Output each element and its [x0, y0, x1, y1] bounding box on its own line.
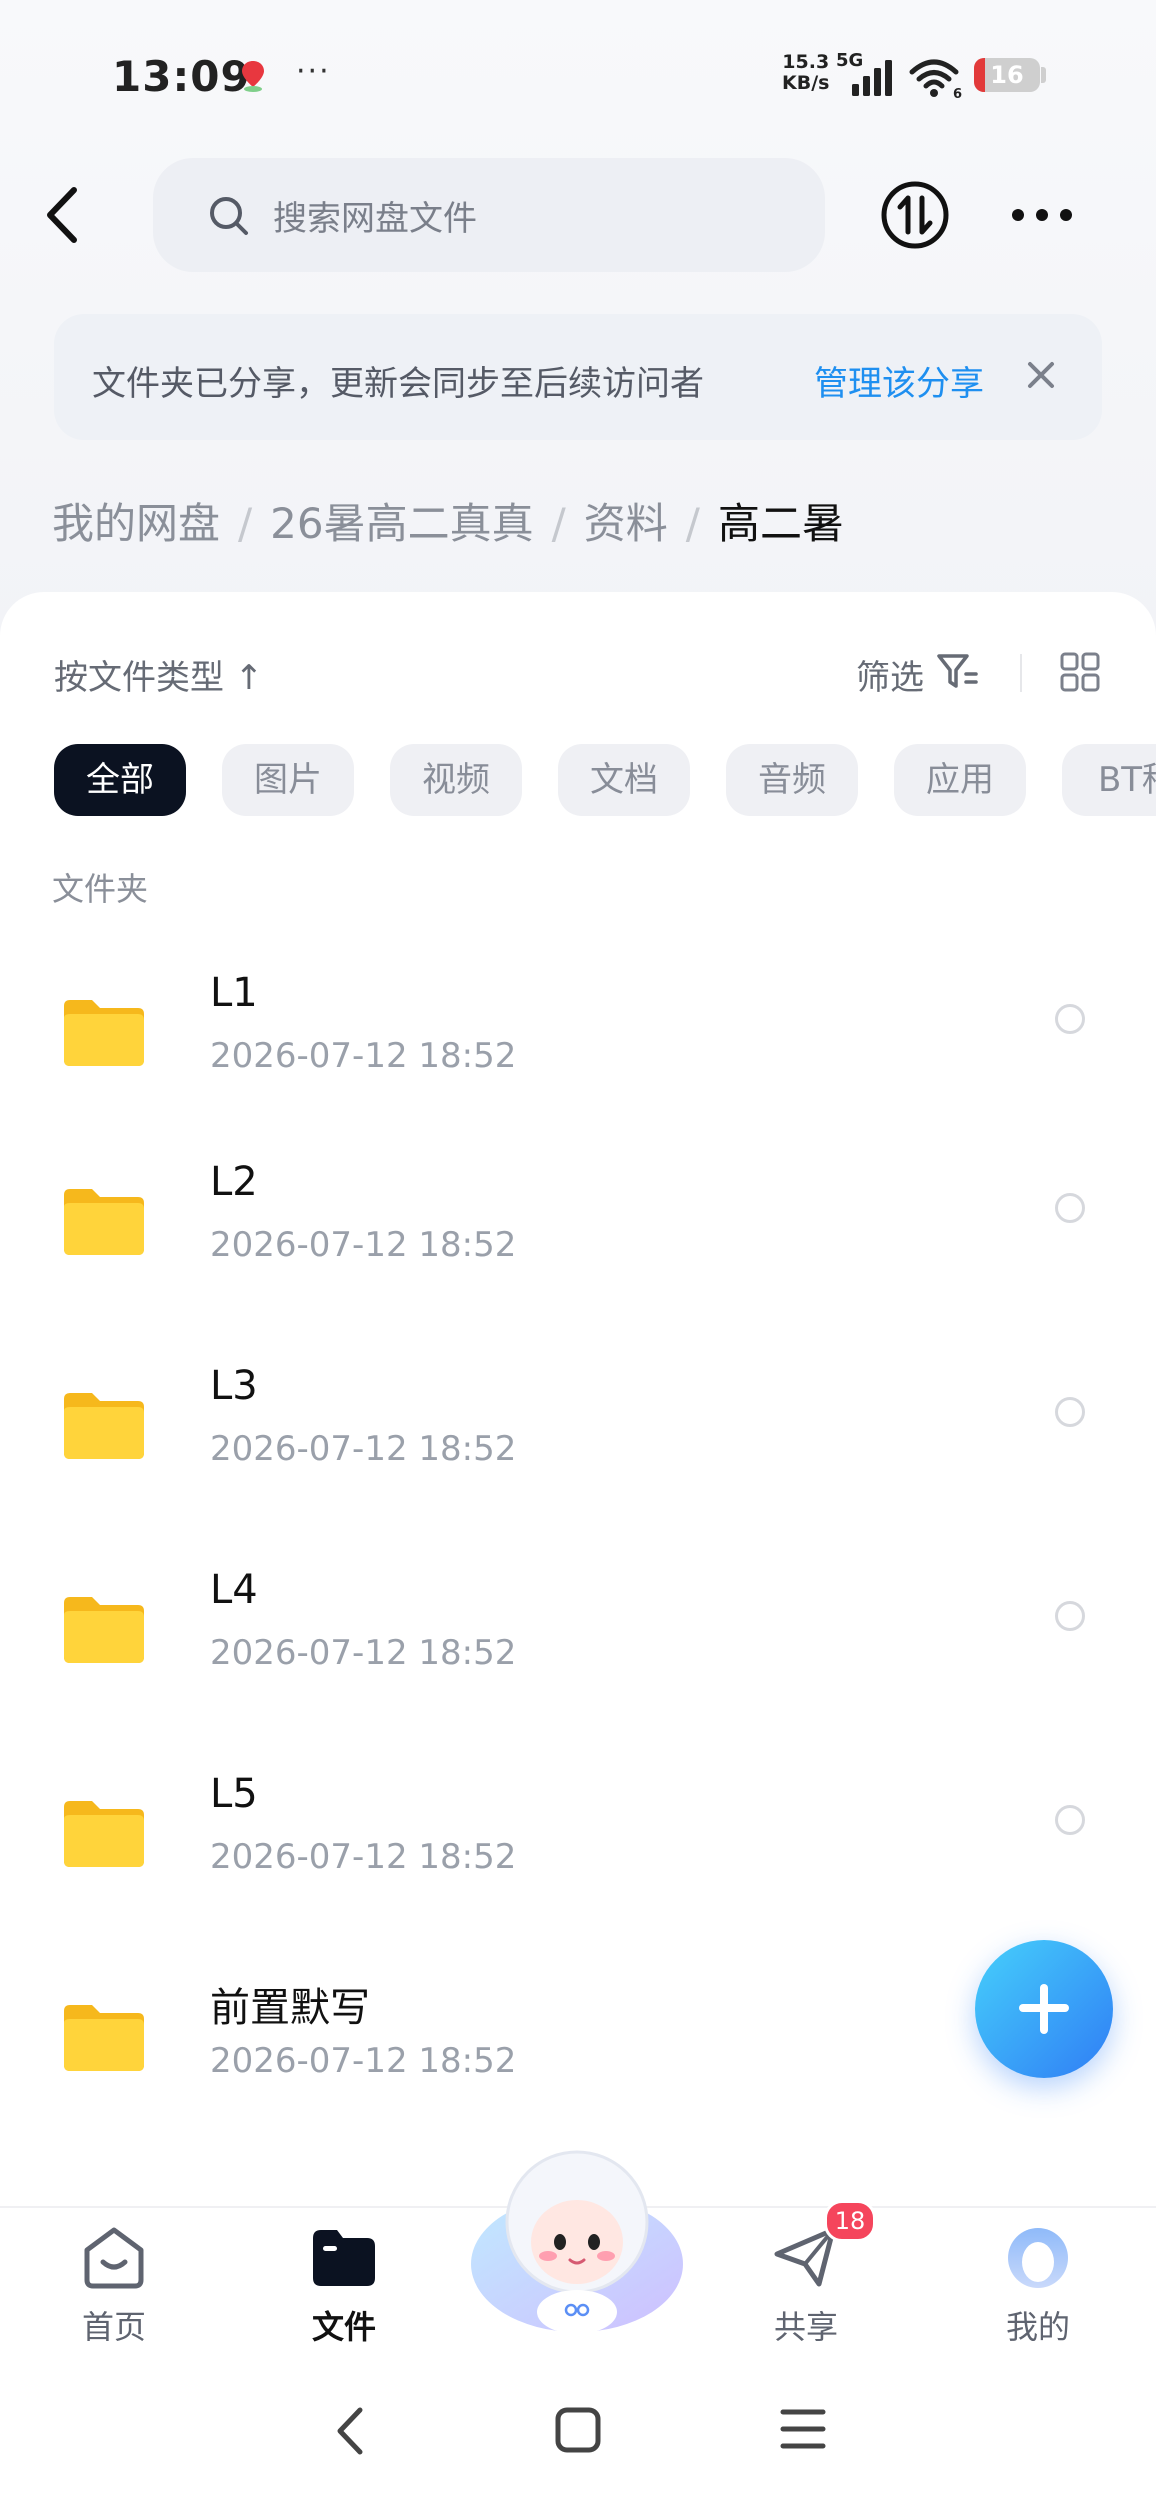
select-checkbox[interactable] [1055, 1397, 1085, 1427]
chip-all[interactable]: 全部 [54, 744, 186, 816]
select-checkbox[interactable] [1055, 1193, 1085, 1223]
list-item[interactable]: L5 2026-07-12 18:52 [0, 1751, 1156, 1951]
file-type-tabs: 全部 图片 视频 文档 音频 应用 BT种 [54, 744, 1156, 816]
back-button[interactable] [40, 180, 90, 250]
system-navigation-bar [0, 2346, 1156, 2510]
system-menu-icon[interactable] [780, 2406, 826, 2452]
wifi-level: 6 [953, 87, 962, 98]
profile-icon [1008, 2228, 1068, 2288]
more-notifications-icon: ··· [296, 54, 331, 89]
folder-icon [64, 1801, 144, 1867]
network-speed: 15.3 KB/s [782, 51, 830, 94]
filter-icon[interactable] [936, 652, 980, 692]
list-item[interactable]: L2 2026-07-12 18:52 [0, 1139, 1156, 1339]
search-placeholder: 搜索网盘文件 [273, 199, 477, 239]
signal-icon [852, 60, 892, 96]
chip-videos[interactable]: 视频 [390, 744, 522, 816]
section-title: 文件夹 [52, 870, 149, 908]
sort-button[interactable]: 按文件类型 ↑ [54, 650, 263, 699]
share-banner-text: 文件夹已分享，更新会同步至后续访问者 [92, 364, 704, 404]
tab-mine-label: 我的 [1005, 2308, 1070, 2346]
list-item[interactable]: L3 2026-07-12 18:52 [0, 1343, 1156, 1543]
search-icon [210, 197, 248, 235]
transfer-icon [897, 195, 933, 235]
filter-button[interactable]: 筛选 [856, 650, 924, 699]
chip-audio[interactable]: 音频 [726, 744, 858, 816]
select-checkbox[interactable] [1055, 1805, 1085, 1835]
share-badge: 18 [824, 2200, 876, 2242]
tab-files[interactable]: 文件 [254, 2208, 434, 2348]
tab-home[interactable]: 首页 [24, 2208, 204, 2348]
file-name: L5 [210, 1771, 258, 1817]
plus-icon-vertical [1040, 1984, 1048, 2034]
breadcrumb-separator: / [238, 499, 253, 548]
add-button[interactable] [975, 1940, 1113, 2078]
files-icon [313, 2230, 375, 2286]
tab-share-label: 共享 [773, 2308, 838, 2346]
breadcrumb-separator: / [551, 499, 566, 548]
battery-tip [1041, 67, 1046, 83]
select-checkbox[interactable] [1055, 1004, 1085, 1034]
baidu-map-icon [242, 61, 264, 92]
share-banner: 文件夹已分享，更新会同步至后续访问者 管理该分享 [54, 314, 1102, 440]
folder-icon [64, 1597, 144, 1663]
ai-assistant-mascot-button[interactable] [468, 2144, 686, 2340]
battery-indicator: 16 [974, 58, 1040, 92]
tab-files-label: 文件 [311, 2308, 376, 2346]
folder-icon [64, 1000, 144, 1066]
breadcrumb-separator: / [685, 499, 700, 548]
breadcrumb-item[interactable]: 26暑高二真真 [270, 499, 533, 548]
search-input[interactable]: 搜索网盘文件 [153, 158, 825, 272]
chip-documents[interactable]: 文档 [558, 744, 690, 816]
system-home-icon[interactable] [554, 2406, 602, 2454]
status-time: 13:09 [112, 52, 251, 101]
system-back-icon[interactable] [332, 2406, 368, 2456]
battery-level: 16 [990, 61, 1024, 89]
tab-mine[interactable]: 我的 [948, 2208, 1128, 2348]
status-bar: 13:09 ··· 15.3 KB/s 5G 6 16 [0, 0, 1156, 150]
home-icon [84, 2227, 144, 2289]
chevron-left-icon [47, 187, 77, 243]
breadcrumb-item[interactable]: 我的网盘 [52, 499, 220, 548]
file-name: L3 [210, 1363, 258, 1409]
transfer-button[interactable] [880, 180, 950, 250]
folder-icon [64, 1393, 144, 1459]
close-icon[interactable] [1024, 358, 1058, 392]
chip-bt[interactable]: BT种 [1062, 744, 1156, 816]
grid-view-icon[interactable] [1060, 652, 1100, 692]
more-dots-icon [1012, 209, 1072, 221]
file-name: 前置默写 [210, 1985, 370, 2031]
file-date: 2026-07-12 18:52 [210, 1225, 517, 1265]
list-item[interactable]: L1 2026-07-12 18:52 [0, 950, 1156, 1150]
file-name: L2 [210, 1159, 258, 1205]
folder-icon [64, 2005, 144, 2071]
file-date: 2026-07-12 18:52 [210, 2041, 517, 2081]
folder-icon [64, 1189, 144, 1255]
breadcrumb-item[interactable]: 资料 [584, 499, 668, 548]
toolbar-divider [1020, 654, 1022, 692]
wifi-icon: 6 [909, 59, 962, 98]
select-checkbox[interactable] [1055, 1601, 1085, 1631]
file-name: L4 [210, 1567, 258, 1613]
file-date: 2026-07-12 18:52 [210, 1837, 517, 1877]
file-name: L1 [210, 970, 258, 1016]
file-date: 2026-07-12 18:52 [210, 1633, 517, 1673]
tab-home-label: 首页 [81, 2308, 146, 2346]
file-date: 2026-07-12 18:52 [210, 1429, 517, 1469]
chip-apps[interactable]: 应用 [894, 744, 1026, 816]
manage-share-link[interactable]: 管理该分享 [814, 356, 984, 405]
breadcrumb-current: 高二暑 [717, 499, 844, 548]
more-options-button[interactable] [1010, 200, 1074, 230]
list-item[interactable]: L4 2026-07-12 18:52 [0, 1547, 1156, 1747]
breadcrumb: 我的网盘 / 26暑高二真真 / 资料 / 高二暑 [52, 490, 844, 551]
chip-images[interactable]: 图片 [222, 744, 354, 816]
file-date: 2026-07-12 18:52 [210, 1036, 517, 1076]
